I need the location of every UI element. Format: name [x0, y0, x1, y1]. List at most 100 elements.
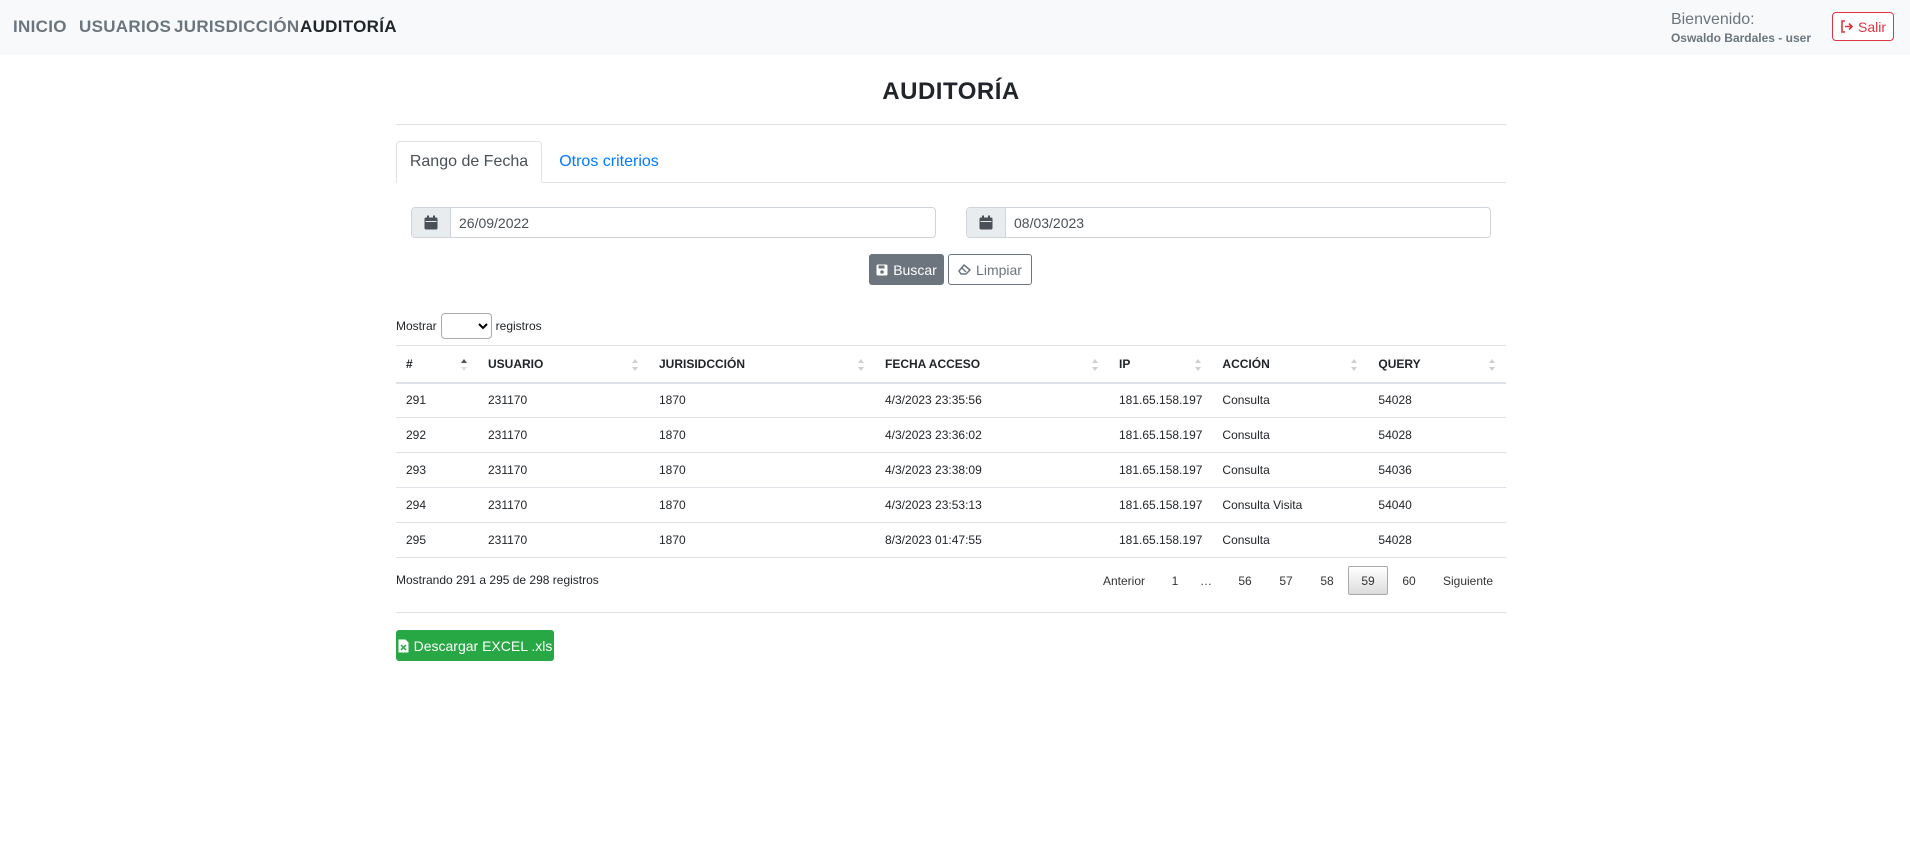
cell-query: 54036 — [1368, 452, 1506, 488]
cell-accion: Consulta — [1212, 382, 1369, 418]
search-label: Buscar — [893, 261, 937, 278]
length-select[interactable] — [440, 313, 492, 339]
clear-button[interactable]: Limpiar — [948, 254, 1032, 285]
eraser-icon — [958, 264, 971, 275]
title-divider — [396, 124, 1506, 125]
cell-jurisdiccion: 1870 — [649, 522, 875, 558]
cell-accion: Consulta — [1212, 417, 1369, 453]
cell-jurisdiccion: 1870 — [649, 382, 875, 418]
pagination-next[interactable]: Siguiente — [1436, 566, 1500, 595]
cell-ip: 181.65.158.197 — [1109, 417, 1213, 453]
pagination-current-page[interactable]: 59 — [1348, 566, 1388, 595]
user-name: Oswaldo Bardales - user — [1670, 30, 1811, 45]
table-row: 291 231170 1870 4/3/2023 23:35:56 181.65… — [396, 382, 1506, 418]
pagination-page[interactable]: 57 — [1271, 566, 1301, 595]
cell-jurisdiccion: 1870 — [649, 487, 875, 523]
date-from-input[interactable] — [451, 208, 935, 237]
cell-usuario: 231170 — [478, 452, 649, 488]
pagination-page[interactable]: 1 — [1163, 566, 1187, 595]
cell-usuario: 231170 — [478, 382, 649, 418]
cell-fecha: 4/3/2023 23:36:02 — [875, 417, 1109, 453]
search-button[interactable]: Buscar — [869, 254, 944, 285]
cell-query: 54040 — [1368, 487, 1506, 523]
cell-id: 292 — [396, 417, 478, 453]
col-header-jurisdiccion[interactable]: JURISIDCCIÓN — [649, 345, 875, 384]
pagination-page[interactable]: 60 — [1394, 566, 1424, 595]
sort-icon — [1195, 359, 1202, 371]
table-row: 293 231170 1870 4/3/2023 23:38:09 181.65… — [396, 452, 1506, 488]
sort-icon — [1092, 359, 1098, 371]
pagination-ellipsis: … — [1200, 573, 1212, 588]
cell-fecha: 4/3/2023 23:38:09 — [875, 452, 1109, 488]
sort-icon — [632, 359, 638, 371]
col-header-accion[interactable]: ACCIÓN — [1212, 345, 1369, 384]
cell-id: 293 — [396, 452, 478, 488]
cell-ip: 181.65.158.197 — [1109, 382, 1213, 418]
clear-label: Limpiar — [976, 261, 1022, 278]
cell-accion: Consulta — [1212, 452, 1369, 488]
nav-inicio[interactable]: INICIO — [13, 17, 67, 37]
pagination-previous[interactable]: Anterior — [1094, 566, 1154, 595]
top-navbar: INICIO USUARIOS JURISDICCIÓN AUDITORÍA B… — [0, 0, 1910, 55]
sort-icon — [858, 359, 864, 371]
sort-asc-icon — [461, 359, 467, 371]
pagination-page[interactable]: 56 — [1230, 566, 1260, 595]
logout-label: Salir — [1857, 18, 1886, 35]
cell-id: 291 — [396, 382, 478, 418]
table-info: Mostrando 291 a 295 de 298 registros — [396, 573, 599, 587]
date-to-group — [966, 207, 1491, 238]
nav-usuarios[interactable]: USUARIOS — [79, 17, 171, 37]
tab-rango-fecha[interactable]: Rango de Fecha — [396, 141, 542, 183]
welcome-block: Bienvenido: Oswaldo Bardales - user — [1671, 11, 1811, 45]
cell-jurisdiccion: 1870 — [649, 417, 875, 453]
sort-icon — [1489, 359, 1495, 371]
col-header-id[interactable]: # — [396, 345, 478, 384]
file-excel-icon — [398, 639, 409, 652]
nav-auditoria[interactable]: AUDITORÍA — [300, 17, 397, 37]
cell-fecha: 8/3/2023 01:47:55 — [875, 522, 1109, 558]
sign-out-icon — [1841, 20, 1854, 33]
cell-query: 54028 — [1368, 417, 1506, 453]
save-icon — [876, 264, 888, 275]
download-excel-label: Descargar EXCEL .xls — [413, 637, 553, 654]
cell-jurisdiccion: 1870 — [649, 452, 875, 488]
cell-query: 54028 — [1368, 522, 1506, 558]
cell-ip: 181.65.158.197 — [1109, 487, 1213, 523]
cell-ip: 181.65.158.197 — [1109, 522, 1213, 558]
cell-id: 295 — [396, 522, 478, 558]
table-header-row: # USUARIO JURISIDCCIÓN FECHA ACCESO IP A… — [396, 345, 1506, 384]
col-header-fecha-acceso[interactable]: FECHA ACCESO — [875, 345, 1109, 384]
cell-fecha: 4/3/2023 23:35:56 — [875, 382, 1109, 418]
col-header-query[interactable]: QUERY — [1368, 345, 1506, 384]
nav-jurisdiccion[interactable]: JURISDICCIÓN — [174, 17, 299, 37]
cell-ip: 181.65.158.197 — [1109, 452, 1213, 488]
cell-usuario: 231170 — [478, 417, 649, 453]
download-excel-button[interactable]: Descargar EXCEL .xls — [396, 630, 554, 661]
length-control: Mostrar registros — [396, 313, 542, 339]
col-header-ip[interactable]: IP — [1109, 345, 1213, 384]
cell-id: 294 — [396, 487, 478, 523]
date-to-input[interactable] — [1006, 208, 1490, 237]
cell-fecha: 4/3/2023 23:53:13 — [875, 487, 1109, 523]
cell-query: 54028 — [1368, 382, 1506, 418]
table-row: 292 231170 1870 4/3/2023 23:36:02 181.65… — [396, 417, 1506, 453]
col-header-usuario[interactable]: USUARIO — [478, 345, 649, 384]
cell-usuario: 231170 — [478, 522, 649, 558]
pagination-page[interactable]: 58 — [1312, 566, 1342, 595]
length-suffix: registros — [495, 319, 542, 333]
calendar-icon[interactable] — [412, 208, 451, 237]
table-row: 294 231170 1870 4/3/2023 23:53:13 181.65… — [396, 487, 1506, 523]
welcome-label: Bienvenido: — [1670, 11, 1755, 28]
footer-divider — [396, 612, 1506, 613]
cell-usuario: 231170 — [478, 487, 649, 523]
calendar-icon[interactable] — [967, 208, 1006, 237]
length-prefix: Mostrar — [396, 319, 437, 333]
audit-table: # USUARIO JURISIDCCIÓN FECHA ACCESO IP A… — [396, 345, 1506, 558]
table-row: 295 231170 1870 8/3/2023 01:47:55 181.65… — [396, 522, 1506, 558]
cell-accion: Consulta — [1212, 522, 1369, 558]
logout-button[interactable]: Salir — [1832, 12, 1894, 41]
date-from-group — [411, 207, 936, 238]
tab-otros-criterios[interactable]: Otros criterios — [545, 141, 673, 183]
sort-icon — [1351, 359, 1358, 371]
cell-accion: Consulta Visita — [1212, 487, 1369, 523]
